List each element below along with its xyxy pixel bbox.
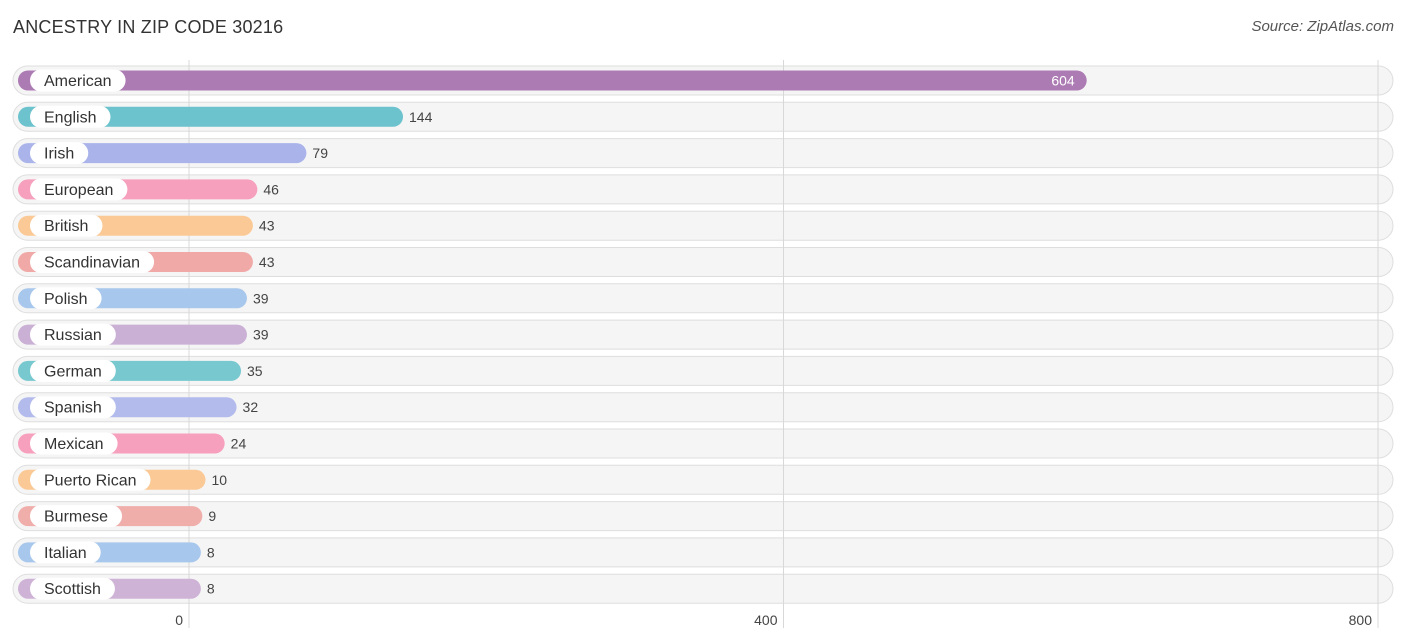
row-background xyxy=(12,537,1394,568)
category-label: British xyxy=(44,218,88,235)
row-background xyxy=(12,573,1394,604)
category-label: Irish xyxy=(44,146,74,163)
category-label: Spanish xyxy=(44,400,102,417)
category-label: Scottish xyxy=(44,581,101,598)
category-label: Russian xyxy=(44,327,102,344)
row-background xyxy=(12,501,1394,532)
value-label: 32 xyxy=(243,399,259,415)
value-label: 8 xyxy=(207,581,215,597)
bar xyxy=(18,70,1087,91)
value-label: 39 xyxy=(253,290,269,306)
value-label: 46 xyxy=(263,181,279,197)
x-tick-label: 800 xyxy=(1349,612,1373,628)
value-label: 8 xyxy=(207,544,215,560)
category-label: American xyxy=(44,73,112,90)
category-label: German xyxy=(44,363,102,380)
value-label: 39 xyxy=(253,327,269,343)
value-label: 10 xyxy=(212,472,228,488)
category-label: Scandinavian xyxy=(44,255,140,272)
value-label: 43 xyxy=(259,254,275,270)
bar-chart: American 604 English 144 Irish 79 European 46 Br… xyxy=(12,60,1394,628)
category-label: European xyxy=(44,182,113,199)
category-label: Mexican xyxy=(44,436,104,453)
x-tick-label: 400 xyxy=(754,612,778,628)
value-label: 24 xyxy=(231,436,247,452)
value-label: 79 xyxy=(312,145,328,161)
category-label: English xyxy=(44,109,96,126)
x-tick-label: 0 xyxy=(175,612,183,628)
value-label: 9 xyxy=(208,508,216,524)
value-label: 43 xyxy=(259,218,275,234)
category-label: Puerto Rican xyxy=(44,472,137,489)
value-label: 604 xyxy=(1051,73,1075,89)
category-label: Burmese xyxy=(44,509,108,526)
value-label: 144 xyxy=(409,109,433,125)
value-label: 35 xyxy=(247,363,263,379)
category-label: Polish xyxy=(44,291,88,308)
category-label: Italian xyxy=(44,545,87,562)
